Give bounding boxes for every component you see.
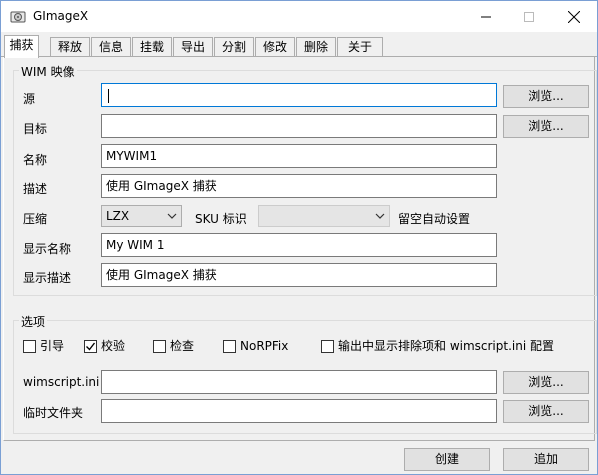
app-icon: [10, 9, 26, 25]
verify-checkbox[interactable]: 校验: [84, 338, 125, 354]
show-exclusions-checkbox[interactable]: 输出中显示排除项和 wimscript.ini 配置: [321, 338, 554, 354]
target-label: 目标: [23, 122, 48, 136]
description-input[interactable]: 使用 GImageX 捕获: [101, 174, 497, 198]
create-button[interactable]: 创建: [404, 448, 490, 471]
display-desc-input[interactable]: 使用 GImageX 捕获: [101, 263, 497, 287]
oobe-hint-label: 留空自动设置: [398, 212, 471, 226]
minimize-icon: [481, 16, 491, 17]
source-browse-button[interactable]: 浏览...: [503, 85, 589, 108]
checkbox-box: [321, 339, 334, 353]
tempdir-label: 临时文件夹: [23, 406, 84, 420]
checkbox-box: [153, 339, 166, 353]
wimscript-label: wimscript.ini: [23, 375, 100, 389]
options-group-title: 选项: [19, 313, 48, 330]
tempdir-browse-button[interactable]: 浏览...: [503, 400, 589, 423]
append-button[interactable]: 追加: [503, 448, 589, 471]
description-label: 描述: [23, 182, 48, 196]
checkbox-box: [223, 339, 236, 353]
wimscript-browse-button[interactable]: 浏览...: [503, 371, 589, 394]
tab-capture[interactable]: 捕获: [4, 35, 39, 58]
display-desc-label: 显示描述: [23, 271, 72, 285]
check-checkbox[interactable]: 检查: [153, 338, 194, 354]
tab-delete[interactable]: 删除: [296, 37, 336, 57]
norpfix-checkbox[interactable]: NoRPFix: [223, 338, 288, 354]
sku-label: SKU 标识: [195, 212, 247, 226]
source-label: 源: [23, 92, 36, 106]
window-title: GImageX: [33, 9, 89, 23]
chevron-down-icon: [167, 213, 177, 219]
sku-select[interactable]: [258, 205, 390, 227]
display-name-input[interactable]: My WIM 1: [101, 233, 497, 257]
wim-image-group-title: WIM 映像: [19, 63, 77, 80]
close-button[interactable]: [551, 1, 597, 32]
tab-info[interactable]: 信息: [91, 37, 131, 57]
name-label: 名称: [23, 153, 48, 167]
tab-modify[interactable]: 修改: [255, 37, 295, 57]
minimize-button[interactable]: [463, 1, 509, 32]
tab-split[interactable]: 分割: [214, 37, 254, 57]
maximize-icon: [524, 11, 534, 22]
checkbox-box: [23, 339, 36, 353]
target-input[interactable]: [101, 114, 497, 138]
display-name-label: 显示名称: [23, 242, 72, 256]
checkmark-icon: [86, 342, 96, 351]
target-browse-button[interactable]: 浏览...: [503, 115, 589, 138]
source-input[interactable]: [101, 83, 497, 107]
wimscript-input[interactable]: [101, 370, 497, 394]
tab-about[interactable]: 关于: [337, 37, 383, 57]
tab-mount[interactable]: 挂载: [132, 37, 172, 57]
compression-value: LZX: [106, 209, 130, 223]
close-icon: [568, 10, 580, 23]
title-bar: GImageX: [1, 1, 597, 32]
tab-apply[interactable]: 释放: [50, 37, 90, 57]
compression-label: 压缩: [23, 212, 48, 226]
tab-bar: 捕获 释放 信息 挂载 导出 分割 修改 删除 关于: [1, 35, 597, 58]
compression-select[interactable]: LZX: [101, 205, 182, 227]
name-input[interactable]: MYWIM1: [101, 144, 497, 168]
boot-checkbox[interactable]: 引导: [23, 338, 64, 354]
maximize-button[interactable]: [506, 1, 552, 32]
tempdir-input[interactable]: [101, 399, 497, 423]
chevron-down-icon: [375, 213, 385, 219]
checkbox-box: [84, 339, 97, 353]
tab-export[interactable]: 导出: [173, 37, 213, 57]
gimagex-window: GImageX 捕获 释放 信息 挂载 导出 分割 修改 删除 关于 WIM 映…: [0, 0, 598, 475]
